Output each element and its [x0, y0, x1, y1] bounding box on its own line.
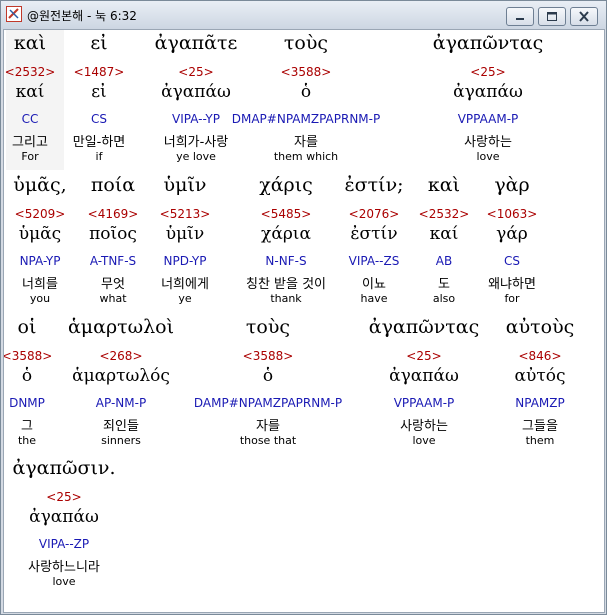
word-strong[interactable]: <846> [460, 349, 604, 363]
maximize-icon [547, 12, 557, 21]
word-kor: 왜냐하면 [488, 277, 536, 292]
word-eng: love [476, 150, 500, 163]
close-button[interactable] [570, 7, 598, 26]
word-kor: 자를 [256, 419, 280, 434]
word-greek[interactable]: γὰρ [432, 174, 592, 196]
app-window: @원전본해 - 눅 6:32 καὶ <2532> καί CC 그리고 For εἰ <14… [0, 0, 607, 615]
word-lemma: γάρ [496, 224, 528, 244]
word-morph: NPAMZP [515, 396, 565, 410]
word-lemma: ἁμαρτωλός [72, 366, 170, 386]
word-eng: them [525, 434, 555, 447]
word-eng: them which [273, 150, 339, 163]
word-kor: 죄인들 [103, 419, 139, 434]
word-eng: those that [239, 434, 297, 447]
word-kor: 사랑하느니라 [28, 560, 100, 575]
word-eng: love [52, 575, 76, 588]
word-strong[interactable]: <1063> [432, 207, 592, 221]
word-kor: 자를 [294, 135, 318, 150]
word-greek[interactable]: ἀγαπῶσιν. [4, 457, 144, 479]
word-morph: DAMP#NPAMZPAPRNM-P [193, 396, 343, 410]
word-kor: 그들을 [522, 419, 558, 434]
word-lemma: αὐτός [514, 366, 566, 386]
word-eng: sinners [101, 434, 141, 447]
word-strong[interactable]: <25> [408, 65, 568, 79]
word-strong[interactable]: <25> [4, 490, 144, 504]
word-strong[interactable]: <3588> [226, 65, 386, 79]
minimize-button[interactable] [506, 7, 534, 26]
interlinear-view[interactable]: καὶ <2532> καί CC 그리고 For εἰ <1487> εἰ CS 만일-하면 if ἀ… [3, 29, 605, 613]
word-lemma: ὁ [262, 366, 274, 386]
app-icon [6, 6, 22, 22]
word-morph: DMAP#NPAMZPAPRNM-P [231, 112, 381, 126]
word-lemma: ἀγαπάω [29, 507, 99, 527]
word-morph: CS [504, 254, 520, 268]
word-lemma: ἀγαπάω [453, 82, 523, 102]
word-kor: 사랑하는 [464, 135, 512, 150]
word-greek[interactable]: ἀγαπῶντας [408, 32, 568, 54]
word-greek[interactable]: ἁμαρτωλοὶ [41, 316, 201, 338]
word-eng: for [504, 292, 520, 305]
word-strong[interactable]: <268> [41, 349, 201, 363]
word-greek[interactable]: αὐτοὺς [460, 316, 604, 338]
word-greek[interactable]: τοὺς [226, 32, 386, 54]
window-title: @원전본해 - 눅 6:32 [27, 9, 137, 23]
word-greek[interactable]: τοὺς [188, 316, 348, 338]
minimize-icon [516, 18, 524, 20]
title-bar: @원전본해 - 눅 6:32 [1, 1, 606, 29]
word-morph: VIPA--ZP [38, 537, 90, 551]
word-morph: AP-NM-P [95, 396, 147, 410]
maximize-button[interactable] [538, 7, 566, 26]
word-strong[interactable]: <3588> [188, 349, 348, 363]
word-lemma: ὁ [300, 82, 312, 102]
close-icon [579, 11, 589, 22]
word-morph: VPPAAM-P [457, 112, 519, 126]
